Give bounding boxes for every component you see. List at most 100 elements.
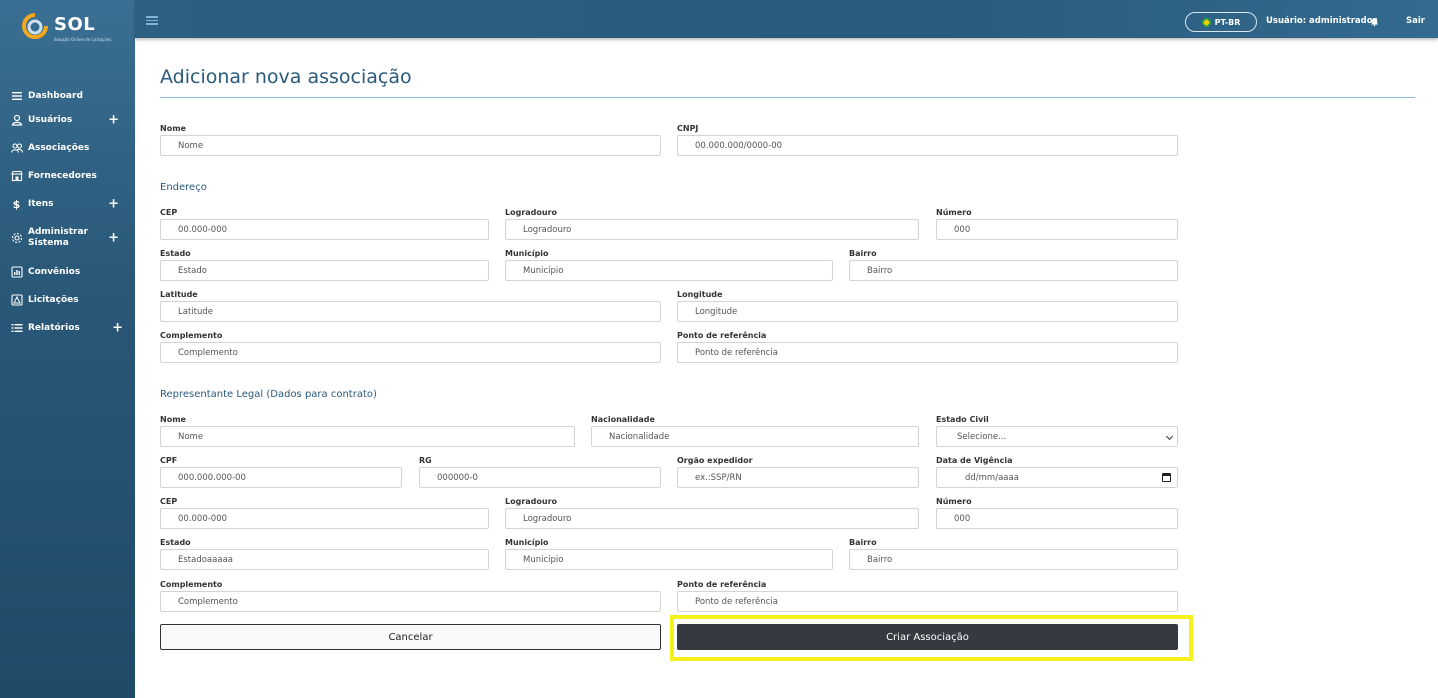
city-input[interactable]: Município <box>505 260 833 281</box>
representative-section-title: Representante Legal (Dados para contrato… <box>160 389 377 400</box>
sidebar-item-relatorios[interactable]: Relatórios + <box>0 314 135 342</box>
civil-status-value: Selecione... <box>957 431 1007 442</box>
list-check-icon <box>10 322 23 335</box>
number-input[interactable]: 000 <box>936 219 1178 240</box>
user-icon <box>10 114 23 127</box>
sidebar-item-administrar-sistema[interactable]: Administrar Sistema + <box>0 218 135 258</box>
expand-plus-icon[interactable]: + <box>112 321 123 336</box>
city-label: Município <box>505 249 549 258</box>
rep-district-input[interactable]: Bairro <box>849 549 1178 570</box>
sidebar-item-usuarios[interactable]: Usuários + <box>0 106 135 134</box>
rep-city-input[interactable]: Municipio <box>505 549 833 570</box>
civil-status-label: Estado Civil <box>936 415 989 424</box>
logout-link[interactable]: Sair <box>1406 16 1425 26</box>
cancel-button[interactable]: Cancelar <box>160 624 661 650</box>
rg-input[interactable]: 000000-0 <box>419 467 661 488</box>
brand-logo[interactable]: SOL Solução Online de Licitações <box>22 12 118 46</box>
sidebar-item-label: Usuários <box>28 114 73 125</box>
rep-reference-label: Ponto de referência <box>677 580 767 589</box>
complement-label: Complemento <box>160 331 223 340</box>
rep-state-label: Estado <box>160 538 191 547</box>
top-bar: PT-BR Usuário: administrador Sair <box>135 0 1438 38</box>
rep-name-input[interactable]: Nome <box>160 426 575 447</box>
validity-label: Data de Vigência <box>936 456 1013 465</box>
rep-complement-input[interactable]: Complemento <box>160 591 661 612</box>
cpf-input[interactable]: 000.000.000-00 <box>160 467 402 488</box>
reference-input[interactable]: Ponto de referência <box>677 342 1178 363</box>
longitude-label: Longitude <box>677 290 723 299</box>
nationality-label: Nacionalidade <box>591 415 655 424</box>
sidebar-item-dashboard[interactable]: Dashboard <box>0 86 135 106</box>
address-section-title: Endereço <box>160 182 207 193</box>
rep-cep-input[interactable]: 00.000-000 <box>160 508 489 529</box>
sidebar-item-convenios[interactable]: Convênios <box>0 258 135 286</box>
district-input[interactable]: Bairro <box>849 260 1178 281</box>
sidebar-item-label: Fornecedores <box>28 170 97 181</box>
brand-tagline: Solução Online de Licitações <box>54 37 112 42</box>
association-name-label: Nome <box>160 124 186 133</box>
sidebar-item-label: Convênios <box>28 266 81 277</box>
cep-input[interactable]: 00.000-000 <box>160 219 489 240</box>
expand-plus-icon[interactable]: + <box>108 231 119 246</box>
sidebar-item-label: Licitações <box>28 294 79 305</box>
sidebar-item-label: Dashboard <box>28 90 83 101</box>
rep-city-label: Município <box>505 538 549 547</box>
rep-state-input[interactable]: Estadoaaaaa <box>160 549 489 570</box>
title-divider <box>160 97 1415 98</box>
latitude-label: Latitude <box>160 290 198 299</box>
rep-district-label: Bairro <box>849 538 877 547</box>
longitude-input[interactable]: Longitude <box>677 301 1178 322</box>
reference-label: Ponto de referência <box>677 331 767 340</box>
complement-input[interactable]: Complemento <box>160 342 661 363</box>
validity-date-input[interactable]: dd/mm/aaaa <box>936 467 1178 488</box>
create-association-button[interactable]: Criar Associação <box>677 624 1178 650</box>
cnpj-input[interactable]: 00.000.000/0000-00 <box>677 135 1178 156</box>
association-name-input[interactable]: Nome <box>160 135 661 156</box>
expand-plus-icon[interactable]: + <box>108 197 119 212</box>
sidebar-item-itens[interactable]: $ Itens + <box>0 190 135 218</box>
sidebar-item-label: Relatórios <box>28 322 80 333</box>
state-input[interactable]: Estado <box>160 260 489 281</box>
rg-label: RG <box>419 456 432 465</box>
rep-number-input[interactable]: 000 <box>936 508 1178 529</box>
main-content: Adicionar nova associação Nome Nome CNPJ… <box>135 38 1438 698</box>
cpf-label: CPF <box>160 456 178 465</box>
district-label: Bairro <box>849 249 877 258</box>
list-icon <box>10 90 23 103</box>
sidebar-item-label: Itens <box>28 198 54 209</box>
page-title: Adicionar nova associação <box>160 66 412 88</box>
chart-icon <box>10 266 23 279</box>
latitude-input[interactable]: Latitude <box>160 301 661 322</box>
language-selector[interactable]: PT-BR <box>1185 12 1257 32</box>
current-user: Usuário: administrador <box>1266 16 1377 26</box>
calendar-icon[interactable] <box>1162 473 1171 482</box>
sidebar-item-label: Associações <box>28 142 90 153</box>
chevron-down-icon <box>1165 432 1174 441</box>
issuer-label: Orgão expedidor <box>677 456 753 465</box>
rep-number-label: Número <box>936 497 972 506</box>
cep-label: CEP <box>160 208 178 217</box>
street-input[interactable]: Logradouro <box>505 219 919 240</box>
civil-status-select[interactable]: Selecione... <box>936 426 1178 447</box>
nationality-input[interactable]: Nacionalidade <box>591 426 919 447</box>
menu-toggle-icon[interactable] <box>146 16 158 25</box>
rep-street-label: Logradouro <box>505 497 558 506</box>
sidebar-nav: Dashboard Usuários + Associações Fornece… <box>0 86 135 342</box>
rep-complement-label: Complemento <box>160 580 223 589</box>
expand-plus-icon[interactable]: + <box>108 113 119 128</box>
sidebar: SOL Solução Online de Licitações Dashboa… <box>0 0 135 698</box>
issuer-input[interactable]: ex.:SSP/RN <box>677 467 919 488</box>
street-label: Logradouro <box>505 208 558 217</box>
bell-icon[interactable] <box>1370 17 1379 26</box>
rep-cep-label: CEP <box>160 497 178 506</box>
rep-reference-input[interactable]: Ponto de referência <box>677 591 1178 612</box>
rep-street-input[interactable]: Logradouro <box>505 508 919 529</box>
sidebar-item-licitacoes[interactable]: Licitações <box>0 286 135 314</box>
language-label: PT-BR <box>1214 17 1241 27</box>
validity-date-value: dd/mm/aaaa <box>965 472 1019 483</box>
state-label: Estado <box>160 249 191 258</box>
brand-name: SOL <box>54 14 96 35</box>
sun-logo-icon <box>22 13 48 39</box>
sidebar-item-fornecedores[interactable]: Fornecedores <box>0 162 135 190</box>
sidebar-item-associacoes[interactable]: Associações <box>0 134 135 162</box>
